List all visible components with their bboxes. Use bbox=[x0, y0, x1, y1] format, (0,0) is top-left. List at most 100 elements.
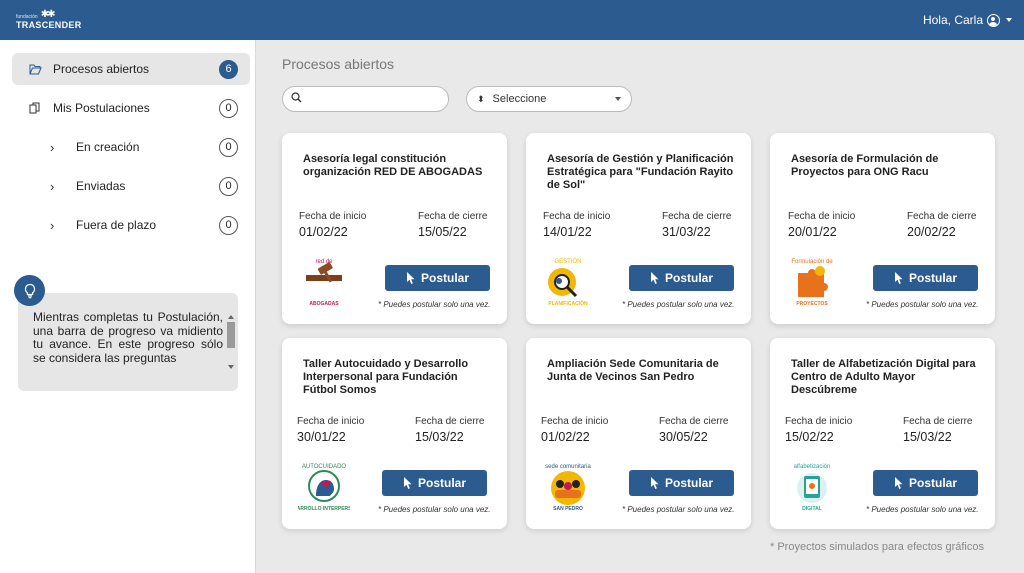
logo-wordmark: TRASCENDER bbox=[16, 20, 82, 30]
filter-select[interactable]: ⬍ Seleccione bbox=[466, 86, 632, 112]
end-date-value: 20/02/22 bbox=[907, 225, 956, 239]
project-logo: sede comunitaria SAN PEDRO bbox=[542, 460, 594, 512]
count-badge: 0 bbox=[219, 176, 238, 196]
sidebar-item-label: Procesos abiertos bbox=[53, 62, 150, 76]
footnote: * Proyectos simulados para efectos gráfi… bbox=[770, 541, 984, 553]
apply-note: * Puedes postular solo una vez. bbox=[866, 300, 979, 309]
chevron-right-icon: › bbox=[50, 139, 55, 155]
sidebar-item-procesos-abiertos[interactable]: Procesos abiertos 6 bbox=[12, 53, 250, 85]
cursor-pointer-icon bbox=[403, 477, 412, 489]
cursor-pointer-icon bbox=[894, 477, 903, 489]
apply-note: * Puedes postular solo una vez. bbox=[378, 300, 491, 309]
count-badge: 6 bbox=[219, 59, 238, 79]
postular-button[interactable]: Postular bbox=[385, 265, 490, 291]
greeting-text: Hola, Carla bbox=[922, 13, 983, 27]
card-title: Ampliación Sede Comunitaria de Junta de … bbox=[547, 358, 719, 383]
project-logo: red de ABOGADAS bbox=[298, 255, 350, 307]
start-date-block: Fecha de inicio 20/01/22 bbox=[788, 211, 855, 239]
process-card: Taller de Alfabetización Digital para Ce… bbox=[770, 338, 995, 529]
start-date-label: Fecha de inicio bbox=[297, 416, 365, 427]
apply-note: * Puedes postular solo una vez. bbox=[866, 505, 979, 514]
end-date-block: Fecha de cierre 15/03/22 bbox=[903, 416, 972, 444]
search-box[interactable] bbox=[282, 86, 449, 112]
sort-updown-icon: ⬍ bbox=[477, 93, 485, 104]
tablet-icon bbox=[797, 473, 827, 503]
project-logo: Formulación de PROYECTOS bbox=[786, 255, 838, 307]
end-date-label: Fecha de cierre bbox=[418, 211, 488, 222]
end-date-value: 15/05/22 bbox=[418, 225, 467, 239]
postular-label: Postular bbox=[420, 271, 469, 285]
postular-button[interactable]: Postular bbox=[382, 470, 487, 496]
scroll-thumb[interactable] bbox=[227, 322, 235, 348]
start-date-value: 20/01/22 bbox=[788, 225, 837, 239]
end-date-value: 30/05/22 bbox=[659, 430, 708, 444]
start-date-label: Fecha de inicio bbox=[788, 211, 856, 222]
sidebar-item-enviadas[interactable]: › Enviadas 0 bbox=[12, 170, 250, 202]
start-date-block: Fecha de inicio 14/01/22 bbox=[543, 211, 610, 239]
start-date-label: Fecha de inicio bbox=[543, 211, 611, 222]
logo-top-text: GESTIÓN bbox=[554, 258, 581, 265]
end-date-block: Fecha de cierre 20/02/22 bbox=[907, 211, 976, 239]
start-date-block: Fecha de inicio 01/02/22 bbox=[299, 211, 366, 239]
search-input[interactable] bbox=[308, 93, 438, 105]
scroll-down-icon[interactable] bbox=[228, 365, 234, 369]
chevron-right-icon: › bbox=[50, 217, 55, 233]
card-title: Asesoría de Gestión y Planificación Estr… bbox=[547, 153, 734, 191]
cursor-pointer-icon bbox=[650, 272, 659, 284]
page-title: Procesos abiertos bbox=[282, 56, 395, 72]
process-card: Ampliación Sede Comunitaria de Junta de … bbox=[526, 338, 751, 529]
end-date-block: Fecha de cierre 15/05/22 bbox=[418, 211, 487, 239]
magnifier-icon bbox=[548, 268, 578, 298]
end-date-block: Fecha de cierre 31/03/22 bbox=[662, 211, 731, 239]
postular-button[interactable]: Postular bbox=[873, 265, 978, 291]
select-value: Seleccione bbox=[492, 93, 547, 105]
logo-top-text: sede comunitaria bbox=[545, 464, 591, 470]
cursor-pointer-icon bbox=[650, 477, 659, 489]
start-date-block: Fecha de inicio 01/02/22 bbox=[541, 416, 608, 444]
logo-bottom-text: PROYECTOS bbox=[796, 301, 828, 307]
apply-note: * Puedes postular solo una vez. bbox=[622, 300, 735, 309]
logo-top-text: Formulación de bbox=[791, 259, 833, 265]
sidebar-item-en-creacion[interactable]: › En creación 0 bbox=[12, 131, 250, 163]
chevron-down-icon bbox=[615, 97, 621, 101]
process-card: Taller Autocuidado y Desarrollo Interper… bbox=[282, 338, 507, 529]
tip-scrollbar[interactable] bbox=[227, 315, 235, 375]
end-date-value: 15/03/22 bbox=[903, 430, 952, 444]
trascender-logo[interactable]: fundación ✱✱ TRASCENDER bbox=[16, 10, 82, 30]
sidebar-item-label: En creación bbox=[76, 140, 140, 154]
sidebar-item-label: Fuera de plazo bbox=[76, 218, 157, 232]
postular-button[interactable]: Postular bbox=[629, 265, 734, 291]
start-date-value: 01/02/22 bbox=[299, 225, 348, 239]
start-date-value: 15/02/22 bbox=[785, 430, 834, 444]
postular-label: Postular bbox=[664, 476, 713, 490]
project-logo: AUTOCUIDADO y DESARROLLO INTERPERSONAL bbox=[282, 460, 365, 512]
postular-label: Postular bbox=[908, 271, 957, 285]
count-badge: 0 bbox=[219, 215, 238, 235]
logo-top-text: alfabetización bbox=[794, 464, 831, 470]
process-card: Asesoría legal constitución organización… bbox=[282, 133, 507, 324]
start-date-value: 30/01/22 bbox=[297, 430, 346, 444]
logo-bottom-text: ABOGADAS bbox=[309, 301, 339, 307]
card-title: Taller de Alfabetización Digital para Ce… bbox=[791, 358, 976, 396]
tip-box: Mientras completas tu Postulación, una b… bbox=[18, 293, 238, 391]
cursor-pointer-icon bbox=[894, 272, 903, 284]
top-bar: fundación ✱✱ TRASCENDER Hola, Carla bbox=[0, 0, 1024, 40]
postular-button[interactable]: Postular bbox=[629, 470, 734, 496]
postular-label: Postular bbox=[908, 476, 957, 490]
scroll-up-icon[interactable] bbox=[228, 315, 234, 319]
card-title: Asesoría de Formulación de Proyectos par… bbox=[791, 153, 939, 178]
tip-text: Mientras completas tu Postulación, una b… bbox=[33, 310, 223, 365]
start-date-value: 14/01/22 bbox=[543, 225, 592, 239]
postular-button[interactable]: Postular bbox=[873, 470, 978, 496]
start-date-block: Fecha de inicio 30/01/22 bbox=[297, 416, 364, 444]
sidebar-item-mis-postulaciones[interactable]: Mis Postulaciones 0 bbox=[12, 92, 250, 124]
sidebar-item-label: Enviadas bbox=[76, 179, 126, 193]
community-icon bbox=[551, 471, 585, 505]
end-date-value: 15/03/22 bbox=[415, 430, 464, 444]
project-logo: alfabetización DIGITAL bbox=[786, 460, 838, 512]
user-menu[interactable]: Hola, Carla bbox=[923, 13, 1012, 27]
postular-label: Postular bbox=[664, 271, 713, 285]
card-title: Asesoría legal constitución organización… bbox=[303, 153, 483, 178]
sidebar-item-fuera-de-plazo[interactable]: › Fuera de plazo 0 bbox=[12, 209, 250, 241]
user-avatar-icon bbox=[987, 13, 1000, 27]
